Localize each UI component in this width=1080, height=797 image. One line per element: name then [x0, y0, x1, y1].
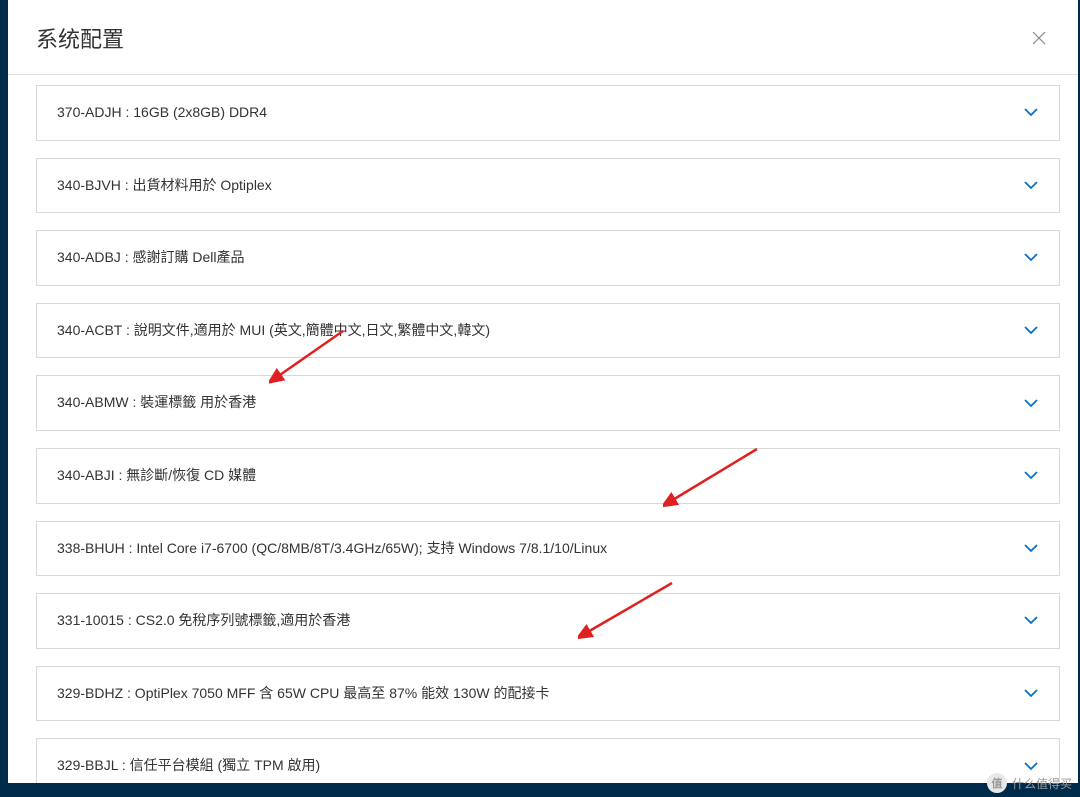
chevron-down-icon — [1023, 613, 1039, 629]
config-item[interactable]: 338-BHUH : Intel Core i7-6700 (QC/8MB/8T… — [36, 521, 1060, 577]
config-item[interactable]: 370-ADJH : 16GB (2x8GB) DDR4 — [36, 85, 1060, 141]
modal-body[interactable]: 370-ADJH : 16GB (2x8GB) DDR4 340-BJVH : … — [8, 75, 1078, 783]
config-item[interactable]: 340-ACBT : 說明文件,適用於 MUI (英文,簡體中文,日文,繁體中文… — [36, 303, 1060, 359]
config-label: 340-ABJI : 無診斷/恢復 CD 媒體 — [57, 466, 256, 486]
chevron-down-icon — [1023, 250, 1039, 266]
config-item[interactable]: 340-ABMW : 裝運標籤 用於香港 — [36, 375, 1060, 431]
config-label: 340-BJVH : 出貨材料用於 Optiplex — [57, 176, 272, 196]
chevron-down-icon — [1023, 177, 1039, 193]
config-label: 329-BDHZ : OptiPlex 7050 MFF 含 65W CPU 最… — [57, 684, 549, 704]
modal-title: 系统配置 — [36, 22, 124, 54]
config-label: 340-ADBJ : 感謝訂購 Dell產品 — [57, 248, 244, 268]
watermark: 值 什么值得买 — [987, 773, 1072, 793]
chevron-down-icon — [1023, 468, 1039, 484]
config-label: 338-BHUH : Intel Core i7-6700 (QC/8MB/8T… — [57, 539, 607, 559]
config-label: 329-BBJL : 信任平台模組 (獨立 TPM 啟用) — [57, 756, 320, 776]
chevron-down-icon — [1023, 105, 1039, 121]
chevron-down-icon — [1023, 395, 1039, 411]
modal-header: 系统配置 — [8, 0, 1078, 75]
config-item[interactable]: 329-BBJL : 信任平台模組 (獨立 TPM 啟用) — [36, 738, 1060, 783]
config-label: 370-ADJH : 16GB (2x8GB) DDR4 — [57, 103, 267, 123]
config-modal: 系统配置 370-ADJH : 16GB (2x8GB) DDR4 340-BJ… — [8, 0, 1078, 783]
chevron-down-icon — [1023, 686, 1039, 702]
watermark-text: 什么值得买 — [1012, 775, 1072, 792]
close-icon — [1030, 29, 1048, 47]
config-label: 340-ABMW : 裝運標籤 用於香港 — [57, 393, 256, 413]
watermark-logo-icon: 值 — [987, 773, 1007, 793]
close-button[interactable] — [1028, 27, 1050, 49]
config-item[interactable]: 329-BDHZ : OptiPlex 7050 MFF 含 65W CPU 最… — [36, 666, 1060, 722]
chevron-down-icon — [1023, 540, 1039, 556]
config-item[interactable]: 340-ABJI : 無診斷/恢復 CD 媒體 — [36, 448, 1060, 504]
config-label: 331-10015 : CS2.0 免稅序列號標籤,適用於香港 — [57, 611, 350, 631]
chevron-down-icon — [1023, 758, 1039, 774]
config-label: 340-ACBT : 說明文件,適用於 MUI (英文,簡體中文,日文,繁體中文… — [57, 321, 490, 341]
config-item[interactable]: 340-ADBJ : 感謝訂購 Dell產品 — [36, 230, 1060, 286]
chevron-down-icon — [1023, 323, 1039, 339]
config-item[interactable]: 331-10015 : CS2.0 免稅序列號標籤,適用於香港 — [36, 593, 1060, 649]
config-item[interactable]: 340-BJVH : 出貨材料用於 Optiplex — [36, 158, 1060, 214]
